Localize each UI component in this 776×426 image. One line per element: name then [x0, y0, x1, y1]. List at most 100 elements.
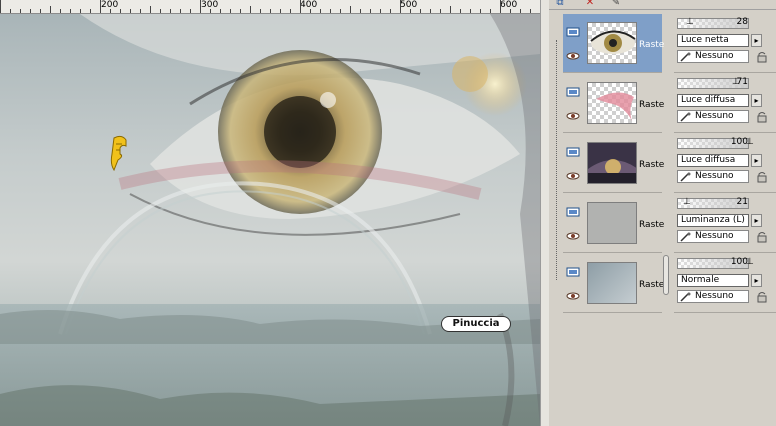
layer-row[interactable]: Raste	[563, 14, 664, 73]
lock-icon[interactable]	[756, 291, 768, 303]
app-window: 200 300 400 500 600 Pinuccia ⧉ ✕ ✎ Raste…	[0, 0, 776, 426]
eye-icon[interactable]	[566, 292, 580, 300]
layer-properties: ⊥ 21 Luminanza (L) ▸ Nessuno	[674, 194, 776, 253]
ruler-tick	[210, 9, 211, 13]
layer-properties: ⊥ 71 Luce diffusa ▸ Nessuno	[674, 74, 776, 133]
ruler-tick	[430, 9, 431, 13]
ruler-tick	[330, 9, 331, 13]
layers-toolbar: ⧉ ✕ ✎	[549, 0, 776, 10]
blend-dropdown-arrow[interactable]: ▸	[751, 274, 762, 287]
eye-icon[interactable]	[566, 52, 580, 60]
ruler-tick	[170, 9, 171, 13]
blend-mode-select[interactable]: Luce netta	[677, 34, 749, 47]
opacity-marker[interactable]: ⊥	[683, 197, 691, 209]
blend-mode-select[interactable]: Luminanza (L)	[677, 214, 749, 227]
layer-name: Raste	[639, 220, 665, 230]
blend-mode-select[interactable]: Luce diffusa	[677, 154, 749, 167]
lock-icon[interactable]	[756, 111, 768, 123]
ruler-tick	[290, 9, 291, 13]
mask-icon	[680, 172, 691, 182]
layer-visibility-icon[interactable]	[566, 147, 580, 157]
ruler-tick	[10, 9, 11, 13]
ruler-tick	[200, 0, 201, 13]
blend-dropdown-arrow[interactable]: ▸	[751, 94, 762, 107]
ruler-tick	[490, 9, 491, 13]
mask-label: Nessuno	[695, 291, 734, 301]
hand-pointer-icon	[110, 135, 127, 172]
ruler-tick	[140, 9, 141, 13]
panel-splitter[interactable]	[663, 255, 669, 295]
layer-visibility-icon[interactable]	[566, 87, 580, 97]
ruler-tick	[0, 0, 1, 13]
ruler-tick	[420, 9, 421, 13]
opacity-value: 71	[736, 77, 748, 87]
mask-icon	[680, 112, 691, 122]
ruler-tick	[20, 9, 21, 13]
ruler-tick	[410, 9, 411, 13]
properties-icon[interactable]: ✎	[609, 0, 623, 9]
opacity-marker[interactable]: ⊥	[686, 17, 694, 29]
ruler-tick	[320, 9, 321, 13]
layer-row[interactable]: Raste	[563, 134, 664, 193]
eye-icon[interactable]	[566, 112, 580, 120]
layer-thumbnail	[587, 142, 637, 184]
delete-layer-icon[interactable]: ✕	[583, 0, 597, 9]
ruler-label: 500	[400, 0, 418, 10]
ruler-tick	[220, 9, 221, 13]
ruler-tick	[260, 9, 261, 13]
ruler-tick	[380, 9, 381, 13]
ruler-tick	[520, 9, 521, 13]
mask-label: Nessuno	[695, 111, 734, 121]
blend-dropdown-arrow[interactable]: ▸	[751, 154, 762, 167]
ruler-tick	[280, 9, 281, 13]
blend-dropdown-arrow[interactable]: ▸	[751, 34, 762, 47]
ruler-tick	[460, 9, 461, 13]
layer-visibility-icon[interactable]	[566, 207, 580, 217]
ruler-tick	[450, 6, 451, 13]
ruler-tick	[480, 9, 481, 13]
layer-row[interactable]: Raste	[563, 74, 664, 133]
layer-thumbnail	[587, 202, 637, 244]
lock-icon[interactable]	[756, 51, 768, 63]
new-layer-icon[interactable]: ⧉	[553, 0, 567, 9]
ruler-tick	[230, 9, 231, 13]
blend-mode-select[interactable]: Luce diffusa	[677, 94, 749, 107]
layer-thumbnail	[587, 82, 637, 124]
layer-tree-line	[556, 40, 557, 280]
ruler-tick	[340, 9, 341, 13]
mask-field[interactable]: Nessuno	[677, 110, 749, 123]
ruler-label: 600	[500, 0, 518, 10]
ruler-tick	[400, 0, 401, 13]
opacity-value: 100	[730, 137, 748, 147]
layers-palette: ⧉ ✕ ✎ Raste Raste Raste Raste Raste ⊥ 28…	[549, 0, 776, 426]
ruler-tick	[510, 9, 511, 13]
blend-dropdown-arrow[interactable]: ▸	[751, 214, 762, 227]
mask-label: Nessuno	[695, 171, 734, 181]
ruler-tick	[250, 6, 251, 13]
blend-mode-select[interactable]: Normale	[677, 274, 749, 287]
layer-visibility-icon[interactable]	[566, 27, 580, 37]
ruler-tick	[300, 0, 301, 13]
mask-field[interactable]: Nessuno	[677, 50, 749, 63]
mask-field[interactable]: Nessuno	[677, 230, 749, 243]
layer-visibility-icon[interactable]	[566, 267, 580, 277]
lock-icon[interactable]	[756, 231, 768, 243]
canvas-artwork	[0, 14, 540, 426]
ruler-tick	[190, 9, 191, 13]
ruler-tick	[370, 9, 371, 13]
ruler-tick	[180, 9, 181, 13]
ruler-tick	[70, 9, 71, 13]
ruler-tick	[60, 9, 61, 13]
canvas-scrollbar[interactable]	[540, 0, 549, 426]
layer-row[interactable]: Raste	[563, 254, 664, 313]
mask-field[interactable]: Nessuno	[677, 290, 749, 303]
image-canvas[interactable]: Pinuccia	[0, 14, 540, 426]
eye-icon[interactable]	[566, 232, 580, 240]
mask-field[interactable]: Nessuno	[677, 170, 749, 183]
eye-icon[interactable]	[566, 172, 580, 180]
ruler-tick	[160, 9, 161, 13]
ruler-tick	[500, 0, 501, 13]
lock-icon[interactable]	[756, 171, 768, 183]
layer-row[interactable]: Raste	[563, 194, 665, 253]
ruler-tick	[120, 9, 121, 13]
